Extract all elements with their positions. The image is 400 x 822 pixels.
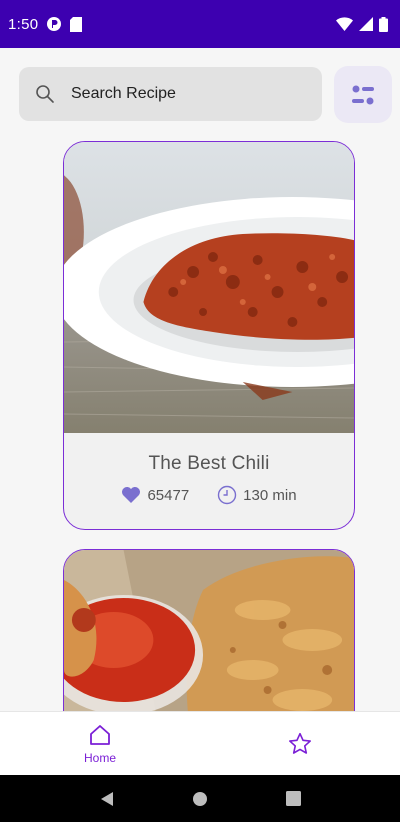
app-notification-icon — [46, 16, 62, 32]
bottom-navigation: Home — [0, 711, 400, 775]
filter-icon — [350, 84, 376, 106]
status-time: 1:50 — [8, 15, 39, 33]
cook-time: 130 min — [217, 485, 297, 505]
home-icon — [88, 723, 112, 747]
battery-icon — [379, 16, 388, 32]
nav-favorites[interactable] — [200, 712, 400, 775]
star-icon — [287, 731, 313, 757]
nav-home[interactable]: Home — [0, 712, 200, 775]
search-input[interactable]: Search Recipe — [19, 67, 322, 121]
likes: 65477 — [121, 486, 189, 504]
cook-time-value: 130 min — [243, 486, 297, 504]
filter-button[interactable] — [334, 66, 392, 123]
likes-count: 65477 — [147, 486, 190, 504]
recipe-image-chili — [64, 142, 354, 433]
status-bar: 1:50 — [0, 0, 400, 48]
nav-home-label: Home — [83, 750, 116, 765]
recipe-meta: 65477 130 min — [121, 485, 297, 505]
recipe-info: The Best Chili 65477 130 min — [64, 433, 354, 529]
recipe-card[interactable]: The Best Chili 65477 130 min — [63, 141, 355, 530]
search-placeholder: Search Recipe — [71, 85, 176, 102]
system-navigation-bar — [0, 775, 400, 822]
recipe-title: The Best Chili — [148, 453, 270, 474]
signal-icon — [359, 17, 373, 31]
heart-icon — [121, 486, 141, 504]
back-icon[interactable] — [99, 791, 115, 807]
home-circle-icon[interactable] — [192, 791, 208, 807]
recents-icon[interactable] — [286, 791, 302, 806]
search-icon — [35, 84, 55, 104]
sd-card-icon — [70, 16, 83, 32]
clock-icon — [217, 485, 237, 505]
wifi-icon — [336, 17, 353, 31]
